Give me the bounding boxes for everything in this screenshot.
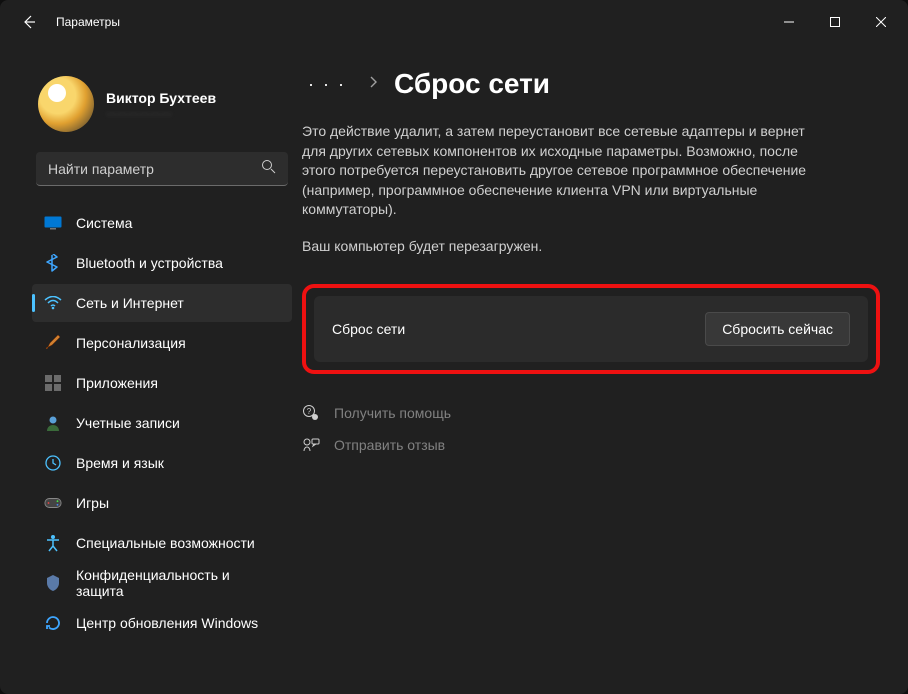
page-title: Сброс сети <box>394 68 550 100</box>
search-icon <box>261 159 276 179</box>
main-content: · · · Сброс сети Это действие удалит, а … <box>302 48 908 694</box>
sidebar-item-wifi[interactable]: Сеть и Интернет <box>32 284 292 322</box>
restart-note: Ваш компьютер будет перезагружен. <box>302 238 880 254</box>
feedback-link[interactable]: Отправить отзыв <box>334 437 445 453</box>
sidebar-item-label: Сеть и Интернет <box>76 295 184 311</box>
minimize-button[interactable] <box>766 7 812 37</box>
arrow-left-icon <box>21 14 37 30</box>
apps-icon <box>44 374 62 392</box>
wifi-icon <box>44 294 62 312</box>
sidebar-item-label: Персонализация <box>76 335 186 351</box>
reset-now-button[interactable]: Сбросить сейчас <box>705 312 850 346</box>
feedback-icon <box>302 436 320 454</box>
profile-name: Виктор Бухтеев <box>106 90 216 106</box>
profile-block[interactable]: Виктор Бухтеев ……………… <box>32 48 292 146</box>
sidebar-item-label: Специальные возможности <box>76 535 255 551</box>
sidebar-item-label: Приложения <box>76 375 158 391</box>
sidebar-item-update[interactable]: Центр обновления Windows <box>32 604 292 642</box>
update-icon <box>44 614 62 632</box>
maximize-icon <box>830 17 840 27</box>
sidebar-item-brush[interactable]: Персонализация <box>32 324 292 362</box>
svg-text:?: ? <box>307 407 312 416</box>
brush-icon <box>44 334 62 352</box>
reset-card-label: Сброс сети <box>332 321 405 337</box>
profile-email: ……………… <box>106 106 216 118</box>
sidebar-item-privacy[interactable]: Конфиденциальность и защита <box>32 564 292 602</box>
games-icon <box>44 494 62 512</box>
sidebar-item-label: Конфиденциальность и защита <box>76 567 280 599</box>
sidebar-item-games[interactable]: Игры <box>32 484 292 522</box>
sidebar-item-label: Учетные записи <box>76 415 180 431</box>
highlight-box: Сброс сети Сбросить сейчас <box>302 284 880 374</box>
sidebar-item-label: Центр обновления Windows <box>76 615 258 631</box>
sidebar-item-label: Bluetooth и устройства <box>76 255 223 271</box>
chevron-right-icon <box>368 75 378 94</box>
close-icon <box>876 17 886 27</box>
settings-window: Параметры Виктор Бухтеев ……………… С <box>0 0 908 694</box>
maximize-button[interactable] <box>812 7 858 37</box>
bluetooth-icon <box>44 254 62 272</box>
sidebar-item-label: Игры <box>76 495 109 511</box>
get-help-link[interactable]: Получить помощь <box>334 405 451 421</box>
search-box[interactable] <box>36 152 288 186</box>
sidebar-item-apps[interactable]: Приложения <box>32 364 292 402</box>
avatar <box>38 76 94 132</box>
description-text: Это действие удалит, а затем переустанов… <box>302 122 822 220</box>
system-icon <box>44 214 62 232</box>
sidebar-item-label: Время и язык <box>76 455 164 471</box>
breadcrumb: · · · Сброс сети <box>302 68 880 100</box>
minimize-icon <box>784 17 794 27</box>
sidebar-item-system[interactable]: Система <box>32 204 292 242</box>
accessibility-icon <box>44 534 62 552</box>
titlebar: Параметры <box>0 0 908 44</box>
privacy-icon <box>44 574 62 592</box>
sidebar-item-label: Система <box>76 215 132 231</box>
sidebar-item-account[interactable]: Учетные записи <box>32 404 292 442</box>
account-icon <box>44 414 62 432</box>
help-icon: ? <box>302 404 320 422</box>
sidebar-item-accessibility[interactable]: Специальные возможности <box>32 524 292 562</box>
sidebar-item-time[interactable]: Время и язык <box>32 444 292 482</box>
back-button[interactable] <box>20 13 38 31</box>
reset-card: Сброс сети Сбросить сейчас <box>314 296 868 362</box>
breadcrumb-more[interactable]: · · · <box>302 70 352 99</box>
sidebar: Виктор Бухтеев ……………… Система Bluetooth и… <box>0 48 302 694</box>
search-input[interactable] <box>36 152 288 186</box>
sidebar-item-bluetooth[interactable]: Bluetooth и устройства <box>32 244 292 282</box>
close-button[interactable] <box>858 7 904 37</box>
time-icon <box>44 454 62 472</box>
window-title: Параметры <box>56 15 120 29</box>
